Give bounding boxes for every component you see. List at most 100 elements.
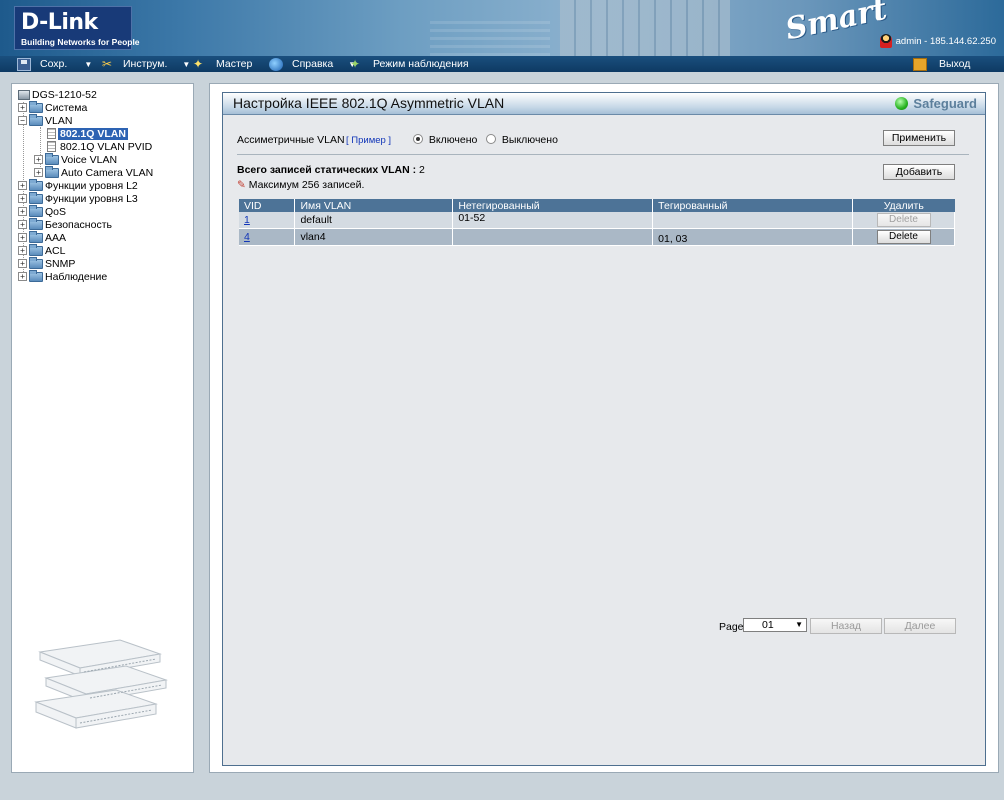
expand-icon[interactable]: +	[18, 194, 27, 203]
wizard-label: Мастер	[216, 58, 253, 70]
tagged-cell: 01, 03	[652, 228, 854, 246]
tree-item-acl[interactable]: + ACL	[18, 243, 66, 257]
expand-icon[interactable]: +	[18, 259, 27, 268]
divider	[237, 154, 969, 155]
banner-switch-image	[560, 0, 730, 56]
radio-enabled-group[interactable]: Включено	[413, 134, 477, 146]
folder-icon	[29, 256, 43, 269]
page-select[interactable]: 01 ▼	[743, 618, 807, 632]
folder-icon	[45, 165, 59, 178]
expand-icon[interactable]: +	[18, 103, 27, 112]
save-icon	[17, 57, 31, 71]
table-row: 1 default 01-52 Delete	[239, 212, 955, 229]
tree-item-monitoring[interactable]: + Наблюдение	[18, 269, 108, 283]
switch-icon	[18, 89, 30, 100]
total-entries-label: Всего записей статических VLAN : 2	[237, 164, 425, 176]
delete-button-disabled: Delete	[876, 213, 931, 227]
tree-item-security[interactable]: + Безопасность	[18, 217, 112, 231]
folder-icon	[29, 243, 43, 256]
radio-enabled-label: Включено	[428, 134, 478, 146]
tree-root-device[interactable]: DGS-1210-52	[18, 88, 97, 101]
vlan-name-cell: default	[294, 212, 454, 229]
apply-button[interactable]: Применить	[883, 130, 955, 146]
expand-icon[interactable]: +	[18, 233, 27, 242]
save-label: Сохр.	[40, 58, 68, 70]
chevron-down-icon: ▼	[182, 59, 191, 69]
chevron-down-icon: ▼	[84, 59, 93, 69]
prev-page-button[interactable]: Назад	[810, 618, 882, 634]
folder-icon	[29, 230, 43, 243]
folder-icon	[29, 269, 43, 282]
vid-link[interactable]: 1	[244, 214, 250, 226]
main-panel: Настройка IEEE 802.1Q Asymmetric VLAN Sa…	[209, 83, 999, 773]
content-frame: Настройка IEEE 802.1Q Asymmetric VLAN Sa…	[222, 92, 986, 766]
tree-item-l2-features[interactable]: + Функции уровня L2	[18, 178, 138, 192]
radio-disabled-label: Выключено	[501, 134, 558, 146]
tree-item-qos[interactable]: + QoS	[18, 204, 66, 218]
monitor-label: Режим наблюдения	[373, 58, 469, 70]
folder-icon	[29, 191, 43, 204]
tree-item-voice-vlan[interactable]: + Voice VLAN	[34, 152, 117, 166]
col-header-vlan-name: Имя VLAN	[294, 199, 454, 212]
folder-icon	[29, 204, 43, 217]
untagged-cell	[452, 228, 654, 246]
page-icon	[47, 141, 56, 152]
smart-logo: Smart	[782, 0, 891, 48]
expand-icon[interactable]: +	[34, 155, 43, 164]
vid-link[interactable]: 4	[244, 231, 250, 243]
logout-button[interactable]: Выход	[913, 56, 970, 72]
monitor-icon	[350, 58, 364, 71]
tools-icon	[102, 58, 116, 71]
add-button[interactable]: Добавить	[883, 164, 955, 180]
safeguard-indicator: Safeguard	[895, 96, 977, 111]
tree-item-8021q-vlan[interactable]: 802.1Q VLAN	[47, 127, 128, 140]
expand-icon[interactable]: +	[18, 272, 27, 281]
tree-item-l3-features[interactable]: + Функции уровня L3	[18, 191, 138, 205]
untagged-cell: 01-52	[452, 212, 654, 229]
help-label: Справка	[292, 58, 334, 70]
tree-label: Безопасность	[45, 218, 112, 231]
tree-item-vlan[interactable]: − VLAN	[18, 113, 72, 127]
example-link[interactable]: [ Пример ]	[346, 135, 391, 146]
radio-enabled[interactable]	[413, 134, 423, 144]
tree-item-snmp[interactable]: + SNMP	[18, 256, 75, 270]
total-entries-value: 2	[419, 164, 425, 176]
tree-label: Наблюдение	[45, 270, 108, 283]
tools-menu[interactable]: Инструм. ▼	[102, 56, 190, 72]
tree-item-system[interactable]: + Система	[18, 100, 87, 114]
wizard-button[interactable]: Мастер	[193, 56, 252, 72]
expand-icon[interactable]: +	[18, 181, 27, 190]
tree-item-8021q-vlan-pvid[interactable]: 802.1Q VLAN PVID	[47, 140, 152, 153]
logout-label: Выход	[939, 58, 971, 70]
pencil-icon: ✎	[237, 179, 246, 191]
expand-icon[interactable]: +	[18, 220, 27, 229]
expand-icon[interactable]: +	[18, 246, 27, 255]
col-header-delete: Удалить	[852, 199, 955, 212]
help-menu[interactable]: Справка ▼	[269, 56, 356, 72]
radio-disabled[interactable]	[486, 134, 496, 144]
tree-label-selected: 802.1Q VLAN	[58, 127, 128, 140]
user-info: admin - 185.144.62.250	[879, 34, 996, 48]
tree-label: ACL	[45, 244, 66, 257]
delete-button[interactable]: Delete	[876, 230, 931, 244]
radio-disabled-group[interactable]: Выключено	[486, 134, 558, 146]
tree-label: 802.1Q VLAN PVID	[60, 140, 153, 153]
next-page-button[interactable]: Далее	[884, 618, 956, 634]
expand-icon[interactable]: +	[34, 168, 43, 177]
toolbar: Сохр. ▼ Инструм. ▼ Мастер Справка ▼ Режи…	[0, 56, 1004, 72]
status-dot-icon	[895, 97, 909, 110]
vlan-name-cell: vlan4	[294, 228, 454, 246]
expand-icon[interactable]: +	[18, 207, 27, 216]
logout-icon	[913, 57, 927, 71]
tree-item-aaa[interactable]: + AAA	[18, 230, 66, 244]
save-menu[interactable]: Сохр. ▼	[17, 56, 92, 72]
navigation-tree: DGS-1210-52 + Система − VLAN 802.1Q VLAN…	[11, 83, 194, 773]
header-banner: D-Link Building Networks for People Smar…	[0, 0, 1004, 56]
col-header-tagged: Тегированный	[652, 199, 854, 212]
page-title: Настройка IEEE 802.1Q Asymmetric VLAN	[233, 95, 505, 111]
monitor-mode-button[interactable]: Режим наблюдения	[350, 56, 469, 72]
banner-decoration	[430, 16, 550, 56]
collapse-icon[interactable]: −	[18, 116, 27, 125]
tree-label: Auto Camera VLAN	[61, 166, 154, 179]
tree-item-auto-camera-vlan[interactable]: + Auto Camera VLAN	[34, 165, 154, 179]
